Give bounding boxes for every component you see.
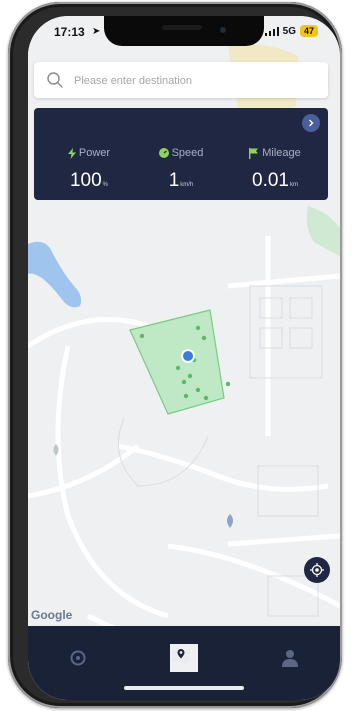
signal-icon — [264, 26, 279, 36]
speed-value: 1km/h — [136, 170, 226, 192]
speaker-grille — [162, 25, 202, 30]
status-time: 17:13 — [54, 25, 85, 39]
notch — [104, 16, 264, 46]
mileage-stat: Mileage 0.01km — [230, 146, 320, 192]
map-tab[interactable] — [170, 644, 198, 672]
power-unit: % — [102, 182, 109, 188]
home-indicator — [124, 686, 244, 690]
vehicle-location-dot — [183, 351, 193, 361]
speedometer-icon — [158, 148, 169, 158]
front-camera — [220, 27, 226, 33]
status-right: 5G 47 — [264, 25, 318, 37]
power-number: 100 — [69, 170, 102, 191]
chevron-right-icon — [309, 119, 314, 127]
profile-tab[interactable] — [276, 644, 304, 672]
mileage-unit: km — [289, 182, 298, 188]
map-pin-icon — [172, 648, 190, 663]
speed-unit: km/h — [180, 182, 194, 188]
screen: 17:13 ➤ 5G 47 Please enter destination P… — [28, 16, 340, 700]
lightning-icon — [67, 147, 76, 159]
search-icon — [47, 72, 63, 88]
destination-input[interactable] — [72, 70, 316, 92]
battery-indicator: 47 — [299, 25, 318, 37]
mileage-label-text: Mileage — [262, 147, 301, 159]
mileage-label: Mileage — [230, 146, 320, 160]
power-label: Power — [44, 146, 134, 160]
circle-icon — [70, 650, 86, 666]
bottom-tab-bar — [28, 626, 340, 700]
destination-search-bar[interactable] — [34, 62, 328, 98]
flag-icon — [249, 147, 259, 159]
speed-label-text: Speed — [171, 147, 204, 159]
home-tab[interactable] — [64, 644, 92, 672]
expand-button[interactable] — [302, 114, 320, 132]
recenter-button[interactable] — [304, 557, 330, 583]
google-logo: Google — [31, 608, 73, 622]
power-value: 100% — [44, 170, 134, 192]
power-label-text: Power — [78, 147, 111, 159]
ride-stats-card: Power 100% Speed 1km/h Mileage 0.01km — [34, 108, 328, 200]
phone-frame: 17:13 ➤ 5G 47 Please enter destination P… — [8, 2, 342, 708]
mileage-value: 0.01km — [230, 170, 320, 192]
mileage-number: 0.01 — [252, 170, 289, 191]
water-body — [28, 241, 82, 308]
person-icon — [282, 650, 298, 667]
network-type: 5G — [282, 25, 296, 37]
poi-marker-icon — [227, 514, 233, 528]
location-arrow-icon: ➤ — [92, 26, 101, 37]
park-area — [306, 206, 340, 256]
power-stat: Power 100% — [44, 146, 134, 192]
speed-label: Speed — [136, 146, 226, 160]
speed-number: 1 — [168, 170, 180, 191]
locate-icon — [310, 563, 324, 577]
speed-stat: Speed 1km/h — [136, 146, 226, 192]
